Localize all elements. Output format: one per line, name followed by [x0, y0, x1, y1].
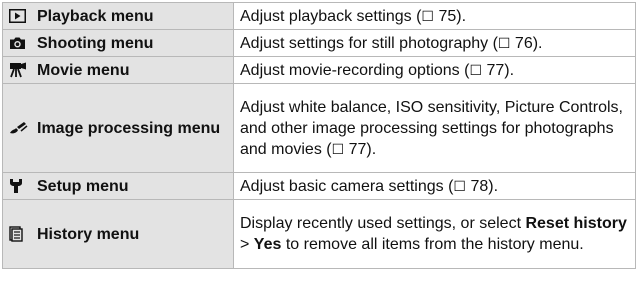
brush-icon	[9, 121, 31, 135]
menu-name: History menu	[37, 225, 140, 243]
page-reference-icon: ☐	[331, 140, 345, 157]
menu-name: Playback menu	[37, 7, 154, 25]
page-reference-icon: ☐	[453, 177, 466, 194]
page-reference-icon: ☐	[497, 34, 511, 51]
menu-name: Movie menu	[37, 61, 130, 79]
menu-name: Image processing menu	[37, 119, 221, 137]
menu-name: Shooting menu	[37, 34, 154, 52]
menu-name-cell: Image processing menu	[2, 83, 234, 173]
table-row: History menu Display recently used setti…	[2, 199, 636, 269]
menu-description: Display recently used settings, or selec…	[233, 199, 636, 269]
table-row: Setup menu Adjust basic camera settings …	[2, 172, 636, 200]
menu-description: Adjust settings for still photography (☐…	[233, 29, 636, 57]
menu-name-cell: Shooting menu	[2, 29, 234, 57]
camera-icon	[9, 36, 31, 50]
table-row: Playback menu Adjust playback settings (…	[2, 2, 636, 30]
page-number: 77	[348, 140, 367, 158]
menu-name: Setup menu	[37, 177, 129, 195]
page-number: 76	[514, 34, 533, 52]
menu-description: Adjust playback settings (☐ 75).	[233, 2, 636, 30]
table-row: Image processing menu Adjust white balan…	[2, 83, 636, 173]
menu-name-cell: Playback menu	[2, 2, 234, 30]
page-number: 78	[470, 177, 489, 195]
page-reference-icon: ☐	[421, 7, 434, 24]
page-reference-icon: ☐	[469, 61, 482, 78]
movie-camera-icon	[9, 62, 31, 78]
page-number: 75	[438, 7, 457, 25]
menu-name-cell: Movie menu	[2, 56, 234, 84]
menu-description: Adjust basic camera settings (☐ 78).	[233, 172, 636, 200]
table-row: Movie menu Adjust movie-recording option…	[2, 56, 636, 84]
playback-icon	[9, 9, 31, 23]
history-icon	[9, 226, 31, 242]
wrench-icon	[9, 178, 31, 194]
page-number: 77	[486, 61, 505, 79]
menu-name-cell: History menu	[2, 199, 234, 269]
menu-name-cell: Setup menu	[2, 172, 234, 200]
table-row: Shooting menu Adjust settings for still …	[2, 29, 636, 57]
menu-description: Adjust white balance, ISO sensitivity, P…	[233, 83, 636, 173]
menu-description: Adjust movie-recording options (☐ 77).	[233, 56, 636, 84]
menu-table: Playback menu Adjust playback settings (…	[2, 2, 636, 269]
